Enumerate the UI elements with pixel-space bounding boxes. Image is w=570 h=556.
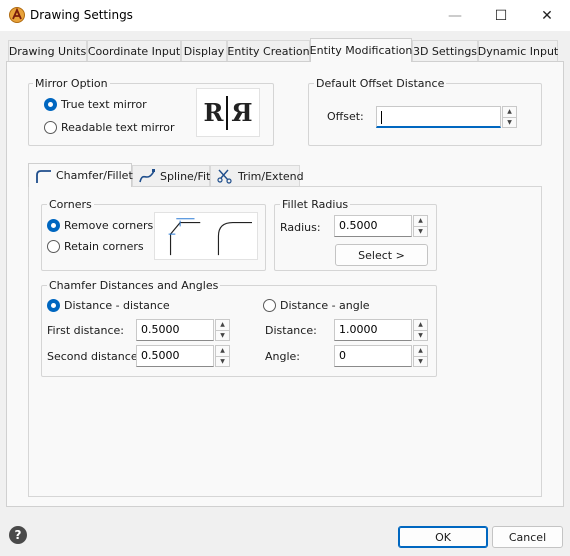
mirror-axis bbox=[226, 95, 229, 130]
offset-input[interactable] bbox=[376, 106, 501, 128]
tab-dynamic-input[interactable]: Dynamic Input bbox=[478, 40, 558, 61]
title-bar: Drawing Settings — ☐ ✕ bbox=[0, 0, 570, 31]
tab-drawing-units[interactable]: Drawing Units bbox=[8, 40, 87, 61]
tab-entity-modification[interactable]: Entity Modification bbox=[310, 38, 412, 62]
corners-preview-icon bbox=[154, 212, 258, 260]
first-distance-down-arrow-icon[interactable]: ▼ bbox=[215, 330, 230, 341]
chamfer-distance-down-arrow-icon[interactable]: ▼ bbox=[413, 330, 428, 341]
fillet-icon bbox=[36, 169, 51, 183]
chamfer-title: Chamfer Distances and Angles bbox=[47, 279, 221, 292]
chamfer-angle-down-arrow-icon[interactable]: ▼ bbox=[413, 356, 428, 367]
retain-corners-label: Retain corners bbox=[64, 240, 144, 253]
offset-down-arrow-icon[interactable]: ▼ bbox=[502, 117, 517, 128]
subtab-trim-extend[interactable]: Trim/Extend bbox=[210, 165, 304, 186]
mirror-option-title: Mirror Option bbox=[33, 77, 110, 90]
chamfer-distance-input[interactable]: 1.0000 bbox=[334, 319, 412, 341]
ok-button[interactable]: OK bbox=[398, 526, 488, 548]
radio-selected-icon bbox=[47, 299, 60, 312]
fillet-radius-title: Fillet Radius bbox=[280, 198, 351, 211]
distance-angle-label: Distance - angle bbox=[280, 299, 370, 312]
tab-3d-settings[interactable]: 3D Settings bbox=[412, 40, 478, 61]
offset-up-arrow-icon[interactable]: ▲ bbox=[502, 106, 517, 118]
mirror-preview-mirrored-text: Я bbox=[231, 98, 253, 127]
radius-down-arrow-icon[interactable]: ▼ bbox=[413, 226, 428, 237]
help-icon[interactable]: ? bbox=[9, 526, 27, 544]
readable-text-mirror-label: Readable text mirror bbox=[61, 121, 175, 134]
maximize-button[interactable]: ☐ bbox=[478, 0, 524, 31]
cancel-button[interactable]: Cancel bbox=[492, 526, 563, 548]
radio-unselected-icon bbox=[263, 299, 276, 312]
second-distance-input[interactable]: 0.5000 bbox=[136, 345, 214, 367]
select-radius-button[interactable]: Select > bbox=[335, 244, 428, 266]
chamfer-distance-stepper[interactable]: 1.0000 ▲ ▼ bbox=[334, 319, 428, 341]
chamfer-angle-label: Angle: bbox=[265, 350, 301, 363]
first-distance-input[interactable]: 0.5000 bbox=[136, 319, 214, 341]
second-distance-stepper[interactable]: 0.5000 ▲ ▼ bbox=[136, 345, 230, 367]
window-title: Drawing Settings bbox=[30, 8, 133, 22]
radio-selected-icon bbox=[44, 98, 57, 111]
radio-unselected-icon bbox=[47, 240, 60, 253]
remove-corners-radio[interactable]: Remove corners bbox=[47, 219, 153, 232]
offset-distance-title: Default Offset Distance bbox=[314, 77, 447, 90]
first-distance-label: First distance: bbox=[47, 324, 124, 337]
tab-coordinate-input[interactable]: Coordinate Input bbox=[87, 40, 181, 61]
spline-icon bbox=[139, 169, 155, 183]
second-distance-label: Second distance: bbox=[47, 350, 142, 363]
distance-angle-radio[interactable]: Distance - angle bbox=[263, 299, 370, 312]
distance-distance-label: Distance - distance bbox=[64, 299, 170, 312]
second-distance-down-arrow-icon[interactable]: ▼ bbox=[215, 356, 230, 367]
tab-display[interactable]: Display bbox=[181, 40, 227, 61]
mirror-preview: R Я bbox=[196, 88, 260, 137]
chamfer-distance-label: Distance: bbox=[265, 324, 317, 337]
app-logo-icon bbox=[9, 7, 25, 23]
offset-stepper[interactable]: ▲ ▼ bbox=[376, 106, 517, 128]
chamfer-angle-up-arrow-icon[interactable]: ▲ bbox=[413, 345, 428, 357]
tab-entity-creation[interactable]: Entity Creation bbox=[227, 40, 310, 61]
radio-selected-icon bbox=[47, 219, 60, 232]
true-text-mirror-radio[interactable]: True text mirror bbox=[44, 98, 147, 111]
radius-label: Radius: bbox=[280, 221, 321, 234]
radius-stepper[interactable]: 0.5000 ▲ ▼ bbox=[334, 215, 428, 237]
subtab-spline-fit[interactable]: Spline/Fit bbox=[132, 165, 210, 186]
trim-icon bbox=[217, 169, 232, 184]
radio-unselected-icon bbox=[44, 121, 57, 134]
minimize-button[interactable]: — bbox=[432, 0, 478, 31]
second-distance-up-arrow-icon[interactable]: ▲ bbox=[215, 345, 230, 357]
mirror-preview-text: R bbox=[203, 98, 224, 127]
text-cursor bbox=[381, 110, 382, 124]
remove-corners-label: Remove corners bbox=[64, 219, 154, 232]
readable-text-mirror-radio[interactable]: Readable text mirror bbox=[44, 121, 175, 134]
corners-title: Corners bbox=[47, 198, 94, 211]
first-distance-up-arrow-icon[interactable]: ▲ bbox=[215, 319, 230, 331]
first-distance-stepper[interactable]: 0.5000 ▲ ▼ bbox=[136, 319, 230, 341]
chamfer-angle-input[interactable]: 0 bbox=[334, 345, 412, 367]
retain-corners-radio[interactable]: Retain corners bbox=[47, 240, 144, 253]
close-button[interactable]: ✕ bbox=[524, 0, 570, 31]
offset-label: Offset: bbox=[327, 110, 364, 123]
radius-input[interactable]: 0.5000 bbox=[334, 215, 412, 237]
chamfer-distance-up-arrow-icon[interactable]: ▲ bbox=[413, 319, 428, 331]
chamfer-angle-stepper[interactable]: 0 ▲ ▼ bbox=[334, 345, 428, 367]
radius-up-arrow-icon[interactable]: ▲ bbox=[413, 215, 428, 227]
distance-distance-radio[interactable]: Distance - distance bbox=[47, 299, 170, 312]
subtab-chamfer-fillet[interactable]: Chamfer/Fillet bbox=[28, 163, 133, 187]
true-text-mirror-label: True text mirror bbox=[61, 98, 147, 111]
